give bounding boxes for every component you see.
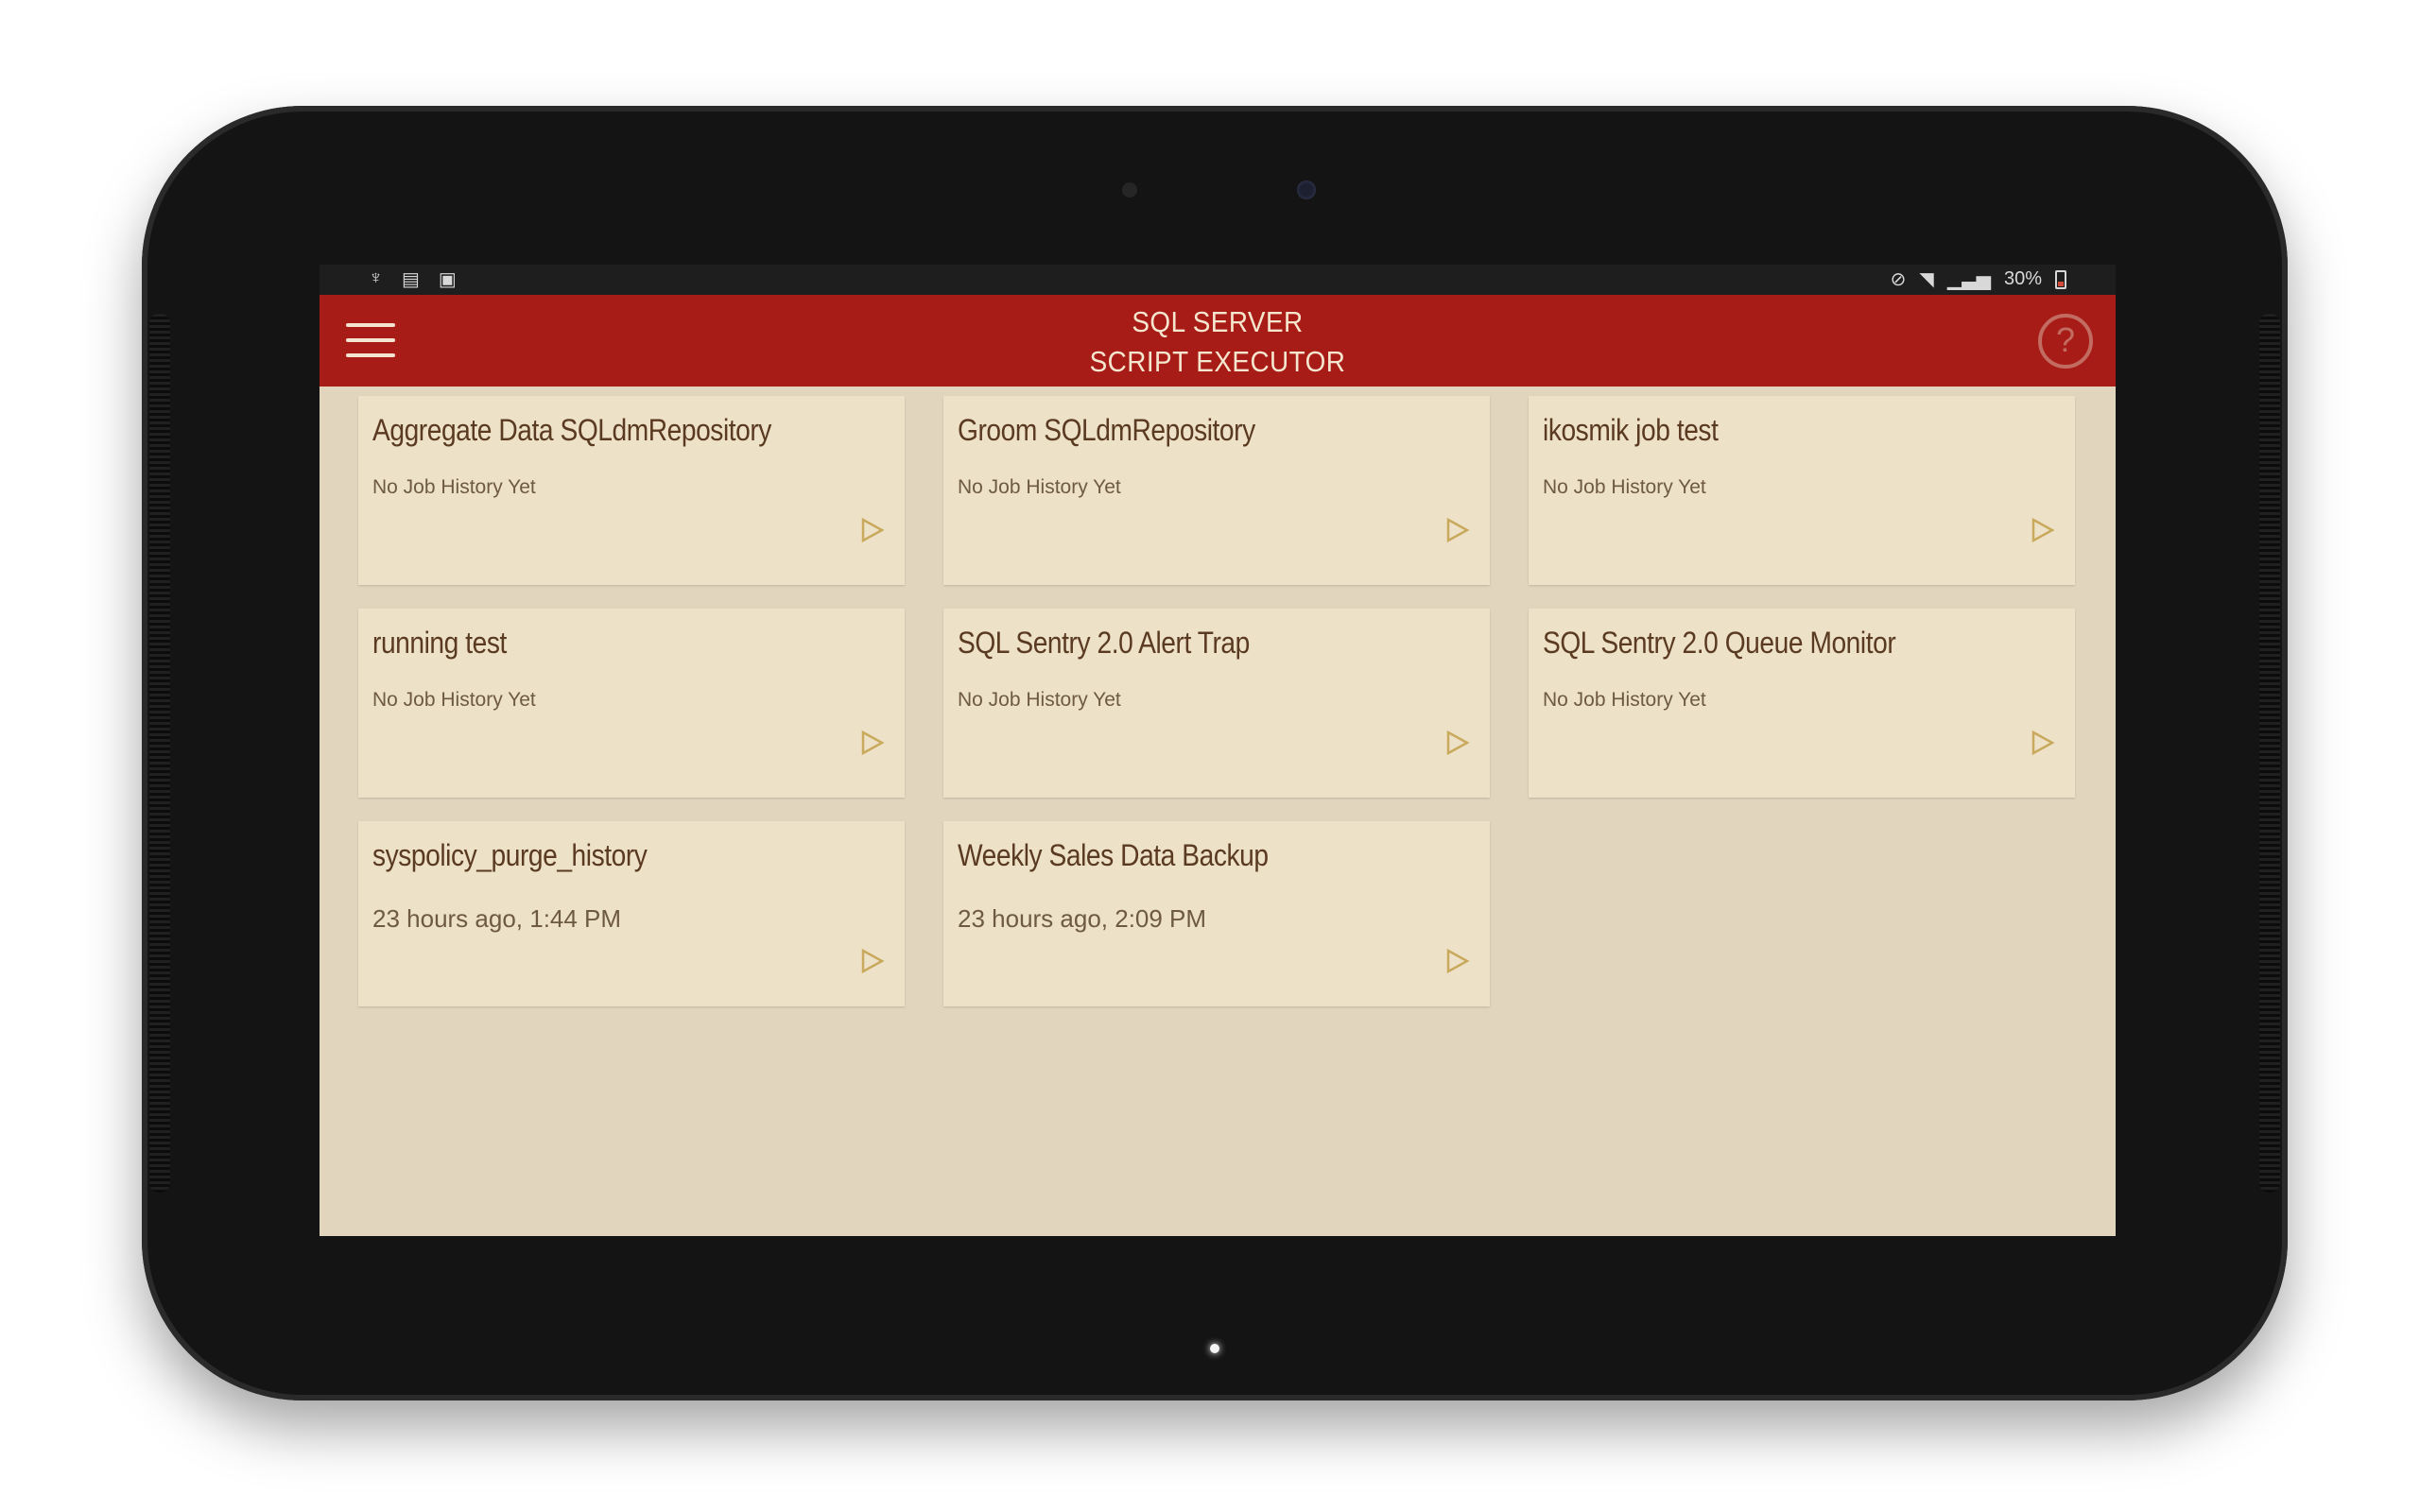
job-status: No Job History Yet bbox=[1543, 476, 1706, 498]
play-icon[interactable] bbox=[2030, 730, 2056, 756]
job-status: No Job History Yet bbox=[372, 476, 536, 498]
job-name: Weekly Sales Data Backup bbox=[958, 838, 1269, 872]
play-icon[interactable] bbox=[859, 517, 886, 543]
notification-led bbox=[1210, 1344, 1219, 1353]
job-card[interactable]: SQL Sentry 2.0 Alert Trap No Job History… bbox=[943, 609, 1490, 798]
app-title: SQL SERVER SCRIPT EXECUTOR bbox=[409, 302, 2026, 382]
job-card[interactable]: running test No Job History Yet bbox=[358, 609, 905, 798]
sensor bbox=[1122, 182, 1137, 198]
job-card[interactable]: Weekly Sales Data Backup 23 hours ago, 2… bbox=[943, 821, 1490, 1006]
sd-card-icon: ▤ bbox=[402, 269, 420, 290]
front-camera bbox=[1297, 180, 1316, 199]
job-name: syspolicy_purge_history bbox=[372, 838, 648, 872]
wifi-icon: ◥ bbox=[1919, 269, 1934, 290]
job-card[interactable]: SQL Sentry 2.0 Queue Monitor No Job Hist… bbox=[1529, 609, 2075, 798]
job-status: No Job History Yet bbox=[1543, 689, 1706, 711]
job-grid: Aggregate Data SQLdmRepository No Job Hi… bbox=[358, 396, 2075, 1006]
app-bar: SQL SERVER SCRIPT EXECUTOR ? bbox=[320, 295, 2116, 387]
help-icon[interactable]: ? bbox=[2038, 314, 2093, 369]
job-card[interactable]: syspolicy_purge_history 23 hours ago, 1:… bbox=[358, 821, 905, 1006]
job-card[interactable]: ikosmik job test No Job History Yet bbox=[1529, 396, 2075, 585]
job-status: No Job History Yet bbox=[958, 476, 1121, 498]
status-bar: ♆ ▤ ▣ ⊘ ◥ ▁▃▅ 30% bbox=[320, 265, 2116, 295]
job-name: SQL Sentry 2.0 Queue Monitor bbox=[1543, 626, 1896, 660]
app-title-line1: SQL SERVER bbox=[1132, 305, 1304, 338]
usb-icon: ♆ bbox=[369, 267, 383, 288]
play-icon[interactable] bbox=[1444, 517, 1471, 543]
job-last-run: 23 hours ago, 1:44 PM bbox=[372, 904, 622, 933]
battery-icon bbox=[2055, 269, 2066, 289]
play-icon[interactable] bbox=[859, 948, 886, 974]
play-icon[interactable] bbox=[1444, 948, 1471, 974]
play-icon[interactable] bbox=[1444, 730, 1471, 756]
job-name: ikosmik job test bbox=[1543, 413, 1719, 447]
speaker-grille-left bbox=[149, 314, 170, 1193]
job-name: SQL Sentry 2.0 Alert Trap bbox=[958, 626, 1250, 660]
job-name: running test bbox=[372, 626, 507, 660]
signal-icon: ▁▃▅ bbox=[1946, 269, 1991, 290]
job-status: No Job History Yet bbox=[372, 689, 536, 711]
job-status: No Job History Yet bbox=[958, 689, 1121, 711]
app-title-line2: SCRIPT EXECUTOR bbox=[1089, 345, 1346, 378]
play-icon[interactable] bbox=[859, 730, 886, 756]
screenshot-icon: ▣ bbox=[438, 269, 457, 290]
job-last-run: 23 hours ago, 2:09 PM bbox=[958, 904, 1207, 933]
job-card[interactable]: Aggregate Data SQLdmRepository No Job Hi… bbox=[358, 396, 905, 585]
hamburger-menu-icon[interactable] bbox=[346, 323, 395, 357]
mute-icon: ⊘ bbox=[1890, 269, 1907, 290]
screen: ♆ ▤ ▣ ⊘ ◥ ▁▃▅ 30% SQL SERVER SCRIPT EXEC… bbox=[320, 265, 2116, 1236]
play-icon[interactable] bbox=[2030, 517, 2056, 543]
job-name: Aggregate Data SQLdmRepository bbox=[372, 413, 771, 447]
battery-percent: 30% bbox=[2003, 268, 2042, 289]
job-card[interactable]: Groom SQLdmRepository No Job History Yet bbox=[943, 396, 1490, 585]
job-name: Groom SQLdmRepository bbox=[958, 413, 1255, 447]
speaker-grille-right bbox=[2259, 314, 2280, 1193]
